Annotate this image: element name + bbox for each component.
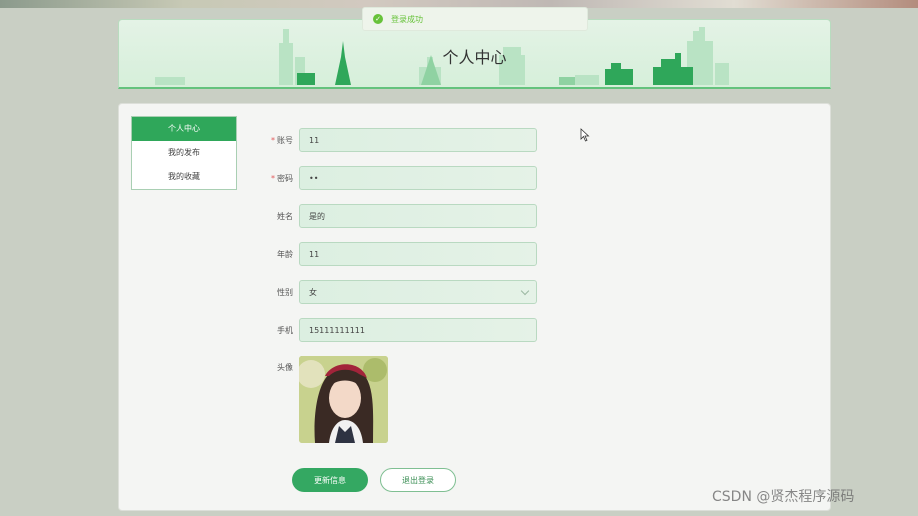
- form-row-age: 年龄 11: [257, 242, 537, 266]
- logout-button[interactable]: 退出登录: [380, 468, 456, 492]
- watermark-text: CSDN @贤杰程序源码: [712, 489, 855, 505]
- phone-input[interactable]: 15111111111: [299, 318, 537, 342]
- password-label: * 密码: [271, 173, 293, 183]
- name-label: 姓名: [277, 211, 293, 221]
- menu-item-my-posts[interactable]: 我的发布: [132, 141, 236, 165]
- check-circle-icon: ✓: [373, 14, 383, 24]
- form-row-gender: 性别 女: [257, 280, 537, 304]
- avatar-label: 头像: [277, 363, 293, 372]
- age-label: 年龄: [277, 249, 293, 259]
- side-menu: 个人中心 我的发布 我的收藏: [131, 116, 237, 190]
- update-info-button[interactable]: 更新信息: [292, 468, 368, 492]
- toast-message: 登录成功: [391, 14, 423, 24]
- success-toast: ✓ 登录成功: [362, 7, 588, 31]
- age-input[interactable]: 11: [299, 242, 537, 266]
- form-row-name: 姓名 是的: [257, 204, 537, 228]
- form-row-password: * 密码 ••: [257, 166, 537, 190]
- menu-item-my-favorites[interactable]: 我的收藏: [132, 165, 236, 189]
- gender-select[interactable]: 女: [299, 280, 537, 304]
- profile-panel: 个人中心 我的发布 我的收藏 * 账号 11 * 密码 •• 姓名 是的 年龄 11…: [118, 103, 831, 511]
- avatar-image[interactable]: [299, 356, 388, 443]
- account-input[interactable]: 11: [299, 128, 537, 152]
- avatar-portrait: [299, 356, 388, 443]
- account-label: * 账号: [271, 135, 293, 145]
- phone-label: 手机: [277, 325, 293, 335]
- form-row-avatar: 头像: [257, 356, 388, 444]
- chevron-down-icon: [520, 286, 530, 296]
- mouse-cursor-icon: [580, 128, 590, 142]
- gender-label: 性别: [277, 287, 293, 297]
- page-title: 个人中心: [442, 48, 507, 67]
- form-row-phone: 手机 15111111111: [257, 318, 537, 342]
- name-input[interactable]: 是的: [299, 204, 537, 228]
- password-input[interactable]: ••: [299, 166, 537, 190]
- form-row-account: * 账号 11: [257, 128, 537, 152]
- menu-item-personal-center[interactable]: 个人中心: [132, 117, 236, 141]
